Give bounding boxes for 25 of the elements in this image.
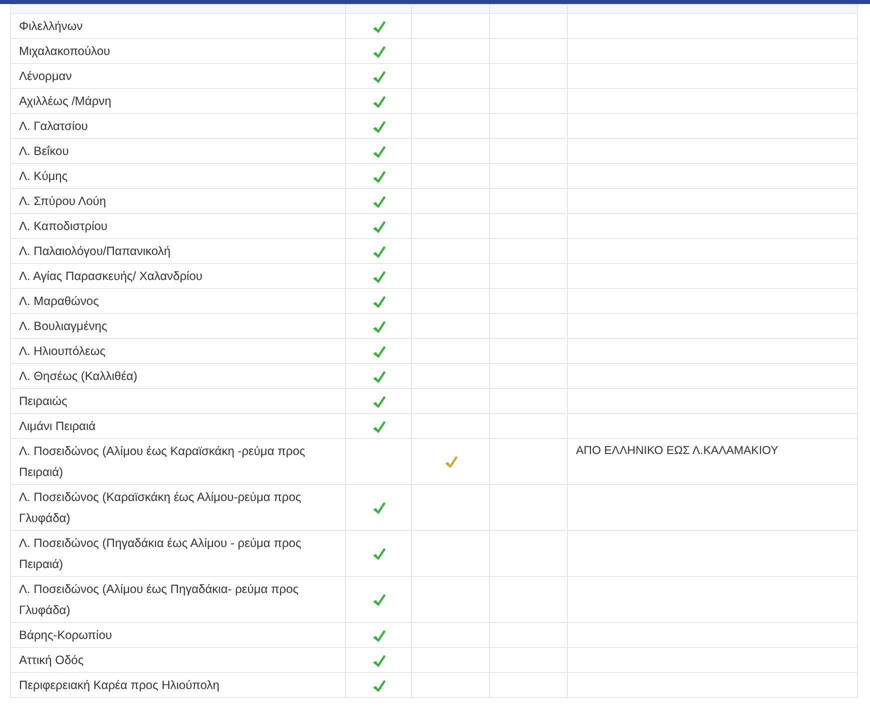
road-name: Πειραιώς — [19, 394, 68, 408]
road-name: Λ. Ποσειδώνος (Αλίμου έως Καραϊσκάκη -ρεύμα προς Πειραιά) — [19, 444, 306, 479]
road-name: Λ. Θησέως (Καλλιθέα) — [19, 369, 138, 383]
road-name: Λ. Βεΐκου — [19, 144, 69, 158]
road-name: Λ. Ποσειδώνος (Πηγαδάκια έως Αλίμου - ρεύμα προς Πειραιά) — [19, 536, 302, 571]
road-name: Λ. Καποδιστρίου — [19, 219, 108, 233]
road-name: Φιλελλήνων — [19, 19, 83, 33]
road-name: Λ. Ηλιουπόλεως — [19, 344, 106, 358]
road-name: Αχιλλέως /Μάρνη — [19, 94, 112, 108]
road-name: Αττική Οδός — [19, 653, 84, 667]
road-name: Λ. Γαλατσίου — [19, 119, 88, 133]
road-name: Περιφερειακή Καρέα προς Ηλιούπολη — [19, 678, 220, 692]
road-name: Λ. Σπύρου Λούη — [19, 194, 106, 208]
road-name: Μιχαλακοπούλου — [19, 44, 110, 58]
road-name: Λιμάνι Πειραιά — [19, 419, 96, 433]
road-name: Λ. Παλαιολόγου/Παπανικολή — [19, 244, 171, 258]
road-name: Λ. Βουλιαγμένης — [19, 319, 108, 333]
road-name: Βάρης-Κορωπίου — [19, 628, 112, 642]
note-text: ΑΠΟ ΕΛΛΗΝΙΚΟ ΕΩΣ Λ.ΚΑΛΑΜΑΚΙΟΥ — [576, 445, 778, 457]
road-name: Λ. Ποσειδώνος (Αλίμου έως Πηγαδάκια- ρεύμα προς Γλυφάδα) — [19, 582, 299, 617]
road-name: Λ. Ποσειδώνος (Καραϊσκάκη έως Αλίμου-ρεύμα προς Γλυφάδα) — [19, 490, 302, 525]
road-name: Λ. Κύμης — [19, 169, 68, 183]
road-name: Λ. Αγίας Παρασκευής/ Χαλανδρίου — [19, 269, 202, 283]
road-name: Λ. Μαραθώνος — [19, 294, 99, 308]
road-name: Λένορμαν — [19, 69, 72, 83]
